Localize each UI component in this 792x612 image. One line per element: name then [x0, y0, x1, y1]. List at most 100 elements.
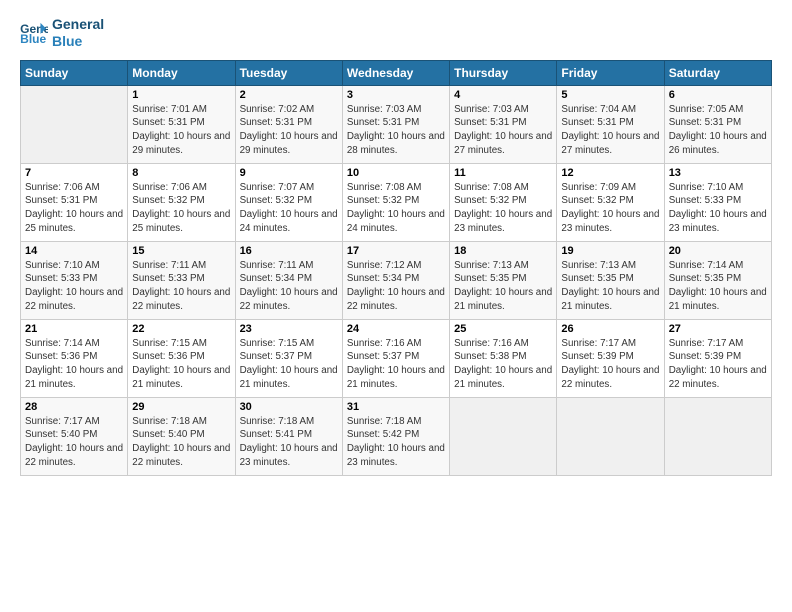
calendar-cell: 5 Sunrise: 7:04 AM Sunset: 5:31 PM Dayli…: [557, 85, 664, 163]
sunset: Sunset: 5:32 PM: [347, 194, 445, 208]
sunset: Sunset: 5:40 PM: [132, 428, 230, 442]
calendar-cell: 9 Sunrise: 7:07 AM Sunset: 5:32 PM Dayli…: [235, 163, 342, 241]
day-number: 12: [561, 167, 659, 179]
daylight: Daylight: 10 hours and 23 minutes.: [454, 208, 552, 235]
day-number: 21: [25, 323, 123, 335]
sunrise: Sunrise: 7:05 AM: [669, 103, 767, 117]
sunset: Sunset: 5:31 PM: [240, 116, 338, 130]
sunrise: Sunrise: 7:06 AM: [25, 181, 123, 195]
day-info: Sunrise: 7:17 AM Sunset: 5:39 PM Dayligh…: [561, 337, 659, 392]
calendar-cell: 27 Sunrise: 7:17 AM Sunset: 5:39 PM Dayl…: [664, 319, 771, 397]
day-info: Sunrise: 7:18 AM Sunset: 5:40 PM Dayligh…: [132, 415, 230, 470]
daylight: Daylight: 10 hours and 22 minutes.: [25, 442, 123, 469]
daylight: Daylight: 10 hours and 22 minutes.: [669, 364, 767, 391]
day-info: Sunrise: 7:03 AM Sunset: 5:31 PM Dayligh…: [454, 103, 552, 158]
sunrise: Sunrise: 7:17 AM: [25, 415, 123, 429]
day-info: Sunrise: 7:16 AM Sunset: 5:38 PM Dayligh…: [454, 337, 552, 392]
calendar-cell: 31 Sunrise: 7:18 AM Sunset: 5:42 PM Dayl…: [342, 397, 449, 475]
day-info: Sunrise: 7:10 AM Sunset: 5:33 PM Dayligh…: [25, 259, 123, 314]
day-number: 27: [669, 323, 767, 335]
header-saturday: Saturday: [664, 60, 771, 85]
daylight: Daylight: 10 hours and 21 minutes.: [454, 286, 552, 313]
sunset: Sunset: 5:32 PM: [561, 194, 659, 208]
daylight: Daylight: 10 hours and 21 minutes.: [347, 364, 445, 391]
sunset: Sunset: 5:38 PM: [454, 350, 552, 364]
daylight: Daylight: 10 hours and 22 minutes.: [132, 286, 230, 313]
calendar-cell: [664, 397, 771, 475]
calendar-cell: 28 Sunrise: 7:17 AM Sunset: 5:40 PM Dayl…: [21, 397, 128, 475]
day-number: 31: [347, 401, 445, 413]
sunset: Sunset: 5:39 PM: [669, 350, 767, 364]
day-number: 25: [454, 323, 552, 335]
day-info: Sunrise: 7:13 AM Sunset: 5:35 PM Dayligh…: [561, 259, 659, 314]
calendar-cell: 11 Sunrise: 7:08 AM Sunset: 5:32 PM Dayl…: [450, 163, 557, 241]
sunrise: Sunrise: 7:04 AM: [561, 103, 659, 117]
day-info: Sunrise: 7:03 AM Sunset: 5:31 PM Dayligh…: [347, 103, 445, 158]
calendar-cell: 12 Sunrise: 7:09 AM Sunset: 5:32 PM Dayl…: [557, 163, 664, 241]
sunrise: Sunrise: 7:13 AM: [454, 259, 552, 273]
sunrise: Sunrise: 7:17 AM: [561, 337, 659, 351]
week-row-1: 7 Sunrise: 7:06 AM Sunset: 5:31 PM Dayli…: [21, 163, 772, 241]
calendar-cell: 29 Sunrise: 7:18 AM Sunset: 5:40 PM Dayl…: [128, 397, 235, 475]
calendar-cell: 16 Sunrise: 7:11 AM Sunset: 5:34 PM Dayl…: [235, 241, 342, 319]
page: General Blue General Blue SundayMondayTu…: [0, 0, 792, 612]
week-row-3: 21 Sunrise: 7:14 AM Sunset: 5:36 PM Dayl…: [21, 319, 772, 397]
sunset: Sunset: 5:34 PM: [240, 272, 338, 286]
day-number: 17: [347, 245, 445, 257]
week-row-0: 1 Sunrise: 7:01 AM Sunset: 5:31 PM Dayli…: [21, 85, 772, 163]
week-row-4: 28 Sunrise: 7:17 AM Sunset: 5:40 PM Dayl…: [21, 397, 772, 475]
calendar-cell: 21 Sunrise: 7:14 AM Sunset: 5:36 PM Dayl…: [21, 319, 128, 397]
sunset: Sunset: 5:31 PM: [561, 116, 659, 130]
day-number: 8: [132, 167, 230, 179]
sunrise: Sunrise: 7:14 AM: [669, 259, 767, 273]
sunrise: Sunrise: 7:10 AM: [25, 259, 123, 273]
daylight: Daylight: 10 hours and 23 minutes.: [240, 442, 338, 469]
calendar-cell: 4 Sunrise: 7:03 AM Sunset: 5:31 PM Dayli…: [450, 85, 557, 163]
sunset: Sunset: 5:34 PM: [347, 272, 445, 286]
sunset: Sunset: 5:35 PM: [561, 272, 659, 286]
calendar-cell: [21, 85, 128, 163]
header-sunday: Sunday: [21, 60, 128, 85]
daylight: Daylight: 10 hours and 22 minutes.: [240, 286, 338, 313]
daylight: Daylight: 10 hours and 23 minutes.: [347, 442, 445, 469]
day-number: 24: [347, 323, 445, 335]
calendar-cell: [450, 397, 557, 475]
calendar-cell: 25 Sunrise: 7:16 AM Sunset: 5:38 PM Dayl…: [450, 319, 557, 397]
daylight: Daylight: 10 hours and 21 minutes.: [669, 286, 767, 313]
day-number: 10: [347, 167, 445, 179]
day-number: 28: [25, 401, 123, 413]
sunrise: Sunrise: 7:11 AM: [132, 259, 230, 273]
calendar-cell: 19 Sunrise: 7:13 AM Sunset: 5:35 PM Dayl…: [557, 241, 664, 319]
daylight: Daylight: 10 hours and 21 minutes.: [25, 364, 123, 391]
day-number: 19: [561, 245, 659, 257]
logo-icon: General Blue: [20, 21, 48, 45]
calendar-cell: 6 Sunrise: 7:05 AM Sunset: 5:31 PM Dayli…: [664, 85, 771, 163]
calendar-cell: 10 Sunrise: 7:08 AM Sunset: 5:32 PM Dayl…: [342, 163, 449, 241]
sunset: Sunset: 5:35 PM: [669, 272, 767, 286]
sunset: Sunset: 5:32 PM: [132, 194, 230, 208]
day-number: 5: [561, 89, 659, 101]
day-info: Sunrise: 7:09 AM Sunset: 5:32 PM Dayligh…: [561, 181, 659, 236]
sunrise: Sunrise: 7:15 AM: [240, 337, 338, 351]
calendar-cell: 1 Sunrise: 7:01 AM Sunset: 5:31 PM Dayli…: [128, 85, 235, 163]
day-number: 4: [454, 89, 552, 101]
sunrise: Sunrise: 7:08 AM: [454, 181, 552, 195]
day-info: Sunrise: 7:11 AM Sunset: 5:34 PM Dayligh…: [240, 259, 338, 314]
daylight: Daylight: 10 hours and 21 minutes.: [454, 364, 552, 391]
calendar-cell: [557, 397, 664, 475]
day-info: Sunrise: 7:11 AM Sunset: 5:33 PM Dayligh…: [132, 259, 230, 314]
day-number: 9: [240, 167, 338, 179]
daylight: Daylight: 10 hours and 25 minutes.: [25, 208, 123, 235]
daylight: Daylight: 10 hours and 28 minutes.: [347, 130, 445, 157]
day-number: 7: [25, 167, 123, 179]
sunrise: Sunrise: 7:11 AM: [240, 259, 338, 273]
day-info: Sunrise: 7:17 AM Sunset: 5:39 PM Dayligh…: [669, 337, 767, 392]
header-thursday: Thursday: [450, 60, 557, 85]
day-info: Sunrise: 7:16 AM Sunset: 5:37 PM Dayligh…: [347, 337, 445, 392]
sunrise: Sunrise: 7:08 AM: [347, 181, 445, 195]
daylight: Daylight: 10 hours and 22 minutes.: [561, 364, 659, 391]
daylight: Daylight: 10 hours and 23 minutes.: [669, 208, 767, 235]
calendar-cell: 2 Sunrise: 7:02 AM Sunset: 5:31 PM Dayli…: [235, 85, 342, 163]
header-friday: Friday: [557, 60, 664, 85]
sunset: Sunset: 5:37 PM: [240, 350, 338, 364]
